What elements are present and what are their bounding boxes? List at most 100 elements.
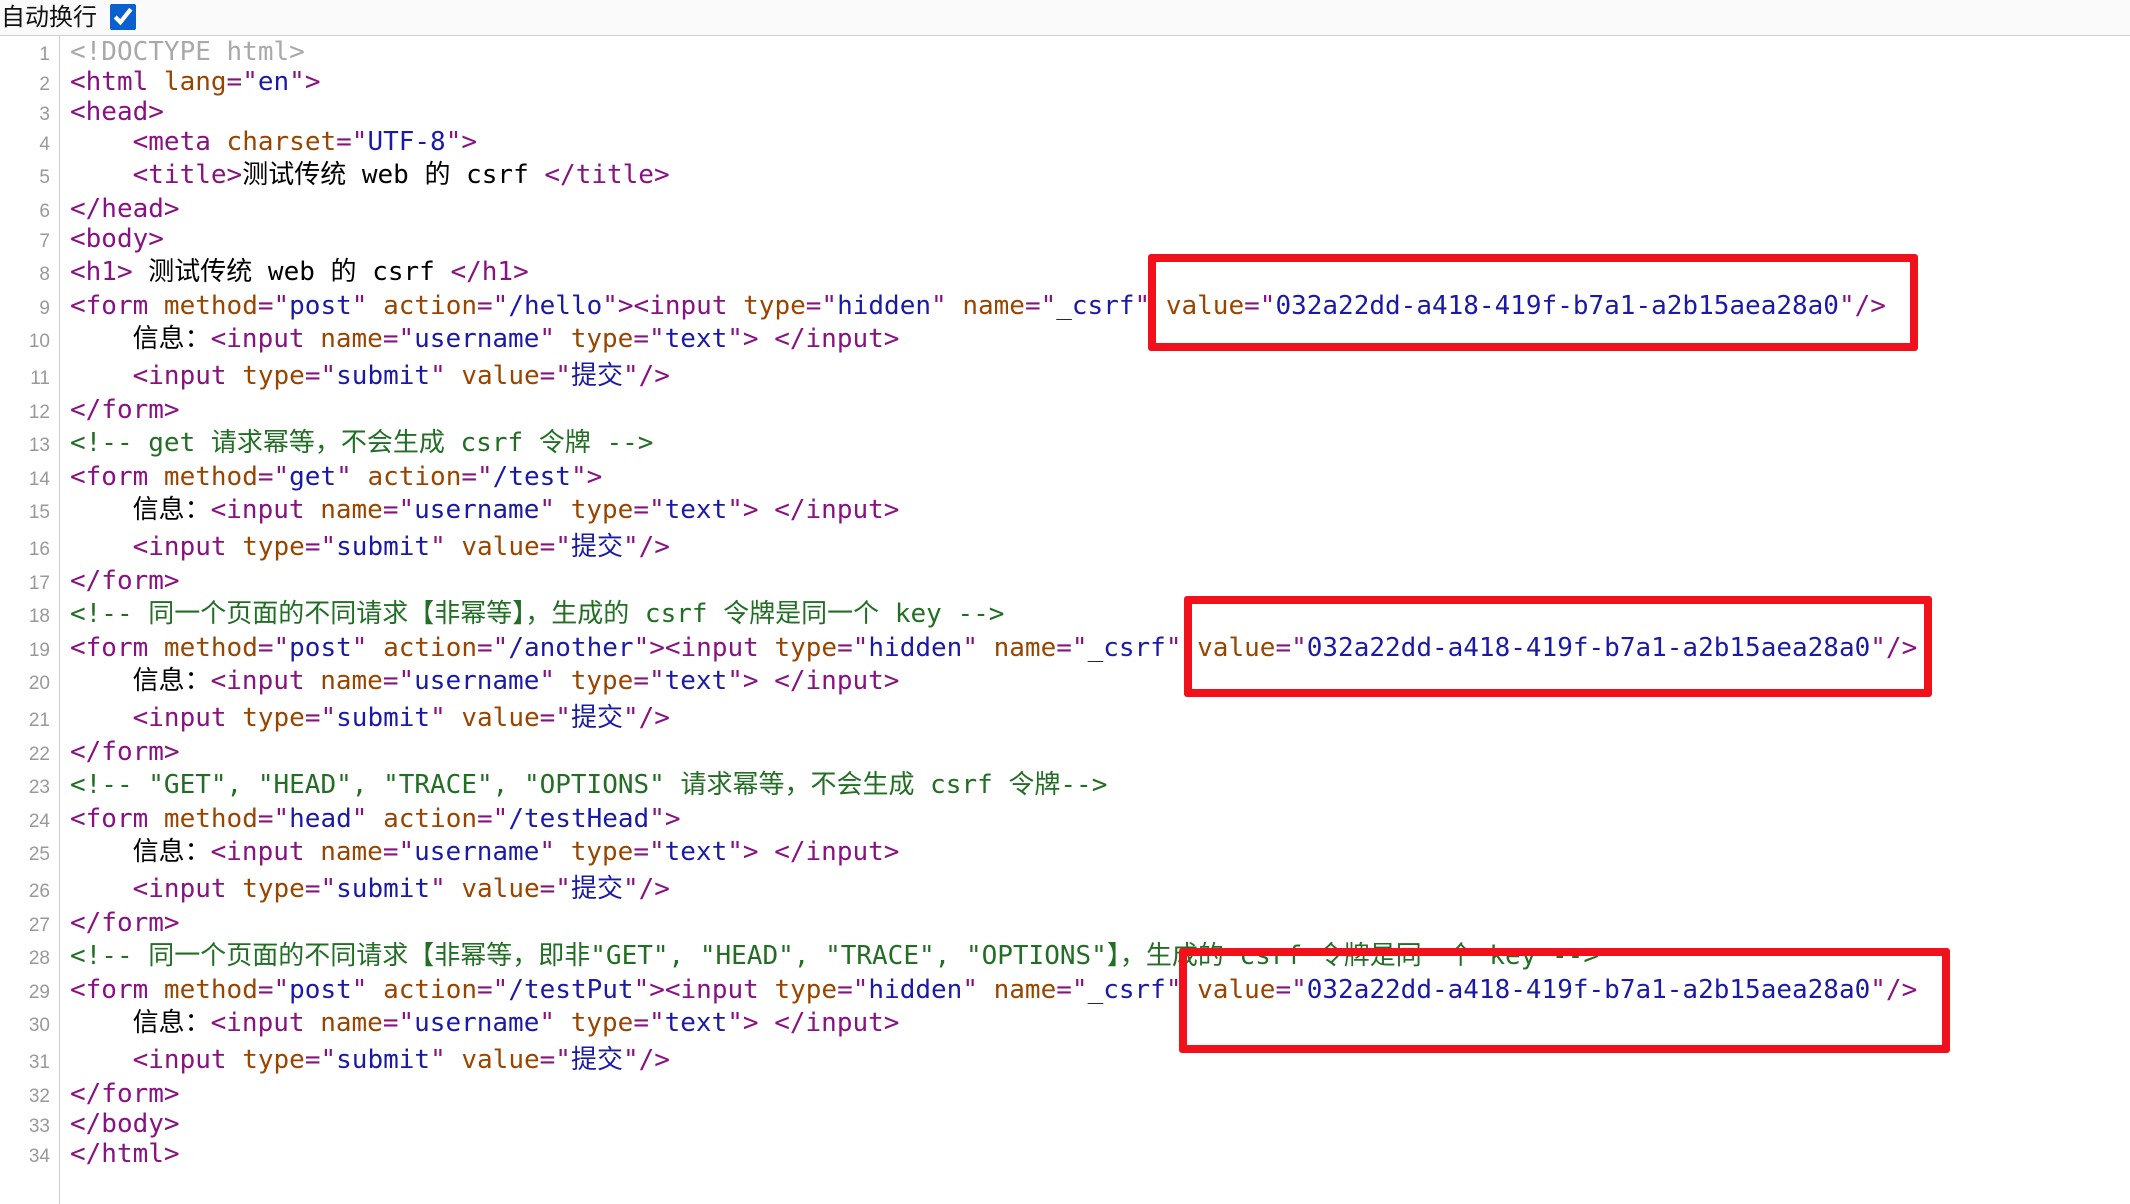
attribute-name-token: name bbox=[320, 1008, 383, 1038]
line-number: 19 bbox=[28, 640, 50, 661]
tag-token: <input bbox=[210, 495, 321, 525]
comment-token: <!-- "GET", "HEAD", "TRACE", "OPTIONS" 请… bbox=[70, 770, 1108, 800]
line-content: 信息：<input name="username" type="text"> <… bbox=[60, 492, 900, 529]
attribute-value-token: _csrf bbox=[1087, 633, 1166, 663]
line-content: <input type="submit" value="提交"/> bbox=[60, 529, 670, 566]
tag-token: =" bbox=[304, 703, 337, 733]
tag-token: </input> bbox=[774, 495, 900, 525]
tag-token: " bbox=[430, 874, 462, 904]
tag-token: =" bbox=[1024, 291, 1057, 321]
tag-token: "> bbox=[289, 67, 321, 97]
tag-token: <input bbox=[210, 666, 321, 696]
line-number: 3 bbox=[39, 104, 50, 125]
attribute-value-token: username bbox=[414, 324, 540, 354]
line-number: 21 bbox=[28, 710, 50, 731]
tag-token: " bbox=[430, 361, 462, 391]
tag-token: "> bbox=[445, 127, 478, 157]
tag-token: "> bbox=[570, 462, 603, 492]
attribute-name-token: name bbox=[320, 495, 383, 525]
line-content: <form method="post" action="/hello"><inp… bbox=[60, 291, 1886, 321]
attribute-name-token: name bbox=[962, 291, 1025, 321]
attribute-name-token: value bbox=[461, 874, 540, 904]
line-content: <meta charset="UTF-8"> bbox=[60, 127, 477, 157]
tag-token: <input bbox=[210, 1008, 321, 1038]
line-number: 27 bbox=[28, 915, 50, 936]
line-wrap-control[interactable]: 自动换行 bbox=[0, 0, 150, 35]
tag-token: =" bbox=[304, 532, 337, 562]
line-number: 25 bbox=[28, 844, 50, 865]
attribute-value-token: /test bbox=[492, 462, 571, 492]
line-number: 9 bbox=[39, 298, 50, 319]
tag-token: =" bbox=[477, 804, 509, 834]
text-token: 信息： bbox=[70, 324, 211, 354]
attribute-name-token: value bbox=[461, 1045, 540, 1075]
tag-token: <form bbox=[70, 462, 164, 492]
attribute-name-token: name bbox=[993, 975, 1057, 1005]
attribute-value-token: submit bbox=[336, 703, 431, 733]
code-line: 12 </form> bbox=[0, 395, 2130, 425]
tag-token: "> bbox=[727, 837, 759, 867]
code-line: 14 <form method="get" action="/test"> bbox=[0, 462, 2130, 492]
line-number: 7 bbox=[39, 231, 50, 252]
tag-token: "> bbox=[727, 1008, 759, 1038]
attribute-value-token: text bbox=[664, 1008, 728, 1038]
attribute-name-token: type bbox=[242, 703, 305, 733]
code-line: 27 </form> bbox=[0, 908, 2130, 938]
tag-token: =" bbox=[257, 291, 290, 321]
line-content: </form> bbox=[60, 566, 180, 596]
code-line: 4 <meta charset="UTF-8"> bbox=[0, 127, 2130, 157]
attribute-value-token: submit bbox=[336, 874, 431, 904]
attribute-name-token: action bbox=[383, 975, 478, 1005]
tag-token: <input bbox=[132, 361, 243, 391]
code-line: 21 <input type="submit" value="提交"/> bbox=[0, 700, 2130, 737]
line-content: <!-- 同一个页面的不同请求【非幂等】，生成的 csrf 令牌是同一个 key… bbox=[60, 596, 1004, 633]
line-content: <!-- get 请求幂等，不会生成 csrf 令牌 --> bbox=[60, 425, 653, 462]
tag-token: </h1> bbox=[450, 257, 529, 287]
tag-token: </title> bbox=[544, 160, 670, 190]
tag-token: " bbox=[539, 1008, 571, 1038]
line-content: <html lang="en"> bbox=[60, 67, 320, 97]
line-content: <!-- "GET", "HEAD", "TRACE", "OPTIONS" 请… bbox=[60, 767, 1107, 804]
tag-token: "/> bbox=[622, 703, 670, 733]
attribute-name-token: type bbox=[570, 1008, 634, 1038]
code-line: 16 <input type="submit" value="提交"/> bbox=[0, 529, 2130, 566]
code-line: 3 <head> bbox=[0, 97, 2130, 127]
tag-token: <form bbox=[70, 633, 164, 663]
line-number: 24 bbox=[28, 811, 50, 832]
attribute-value-token: text bbox=[664, 495, 728, 525]
code-line: 24 <form method="head" action="/testHead"… bbox=[0, 804, 2130, 834]
tag-token: " bbox=[430, 1045, 462, 1075]
attribute-value-token: 032a22dd-a418-419f-b7a1-a2b15aea28a0 bbox=[1275, 291, 1839, 321]
line-wrap-checkbox[interactable] bbox=[110, 4, 136, 30]
line-content: <input type="submit" value="提交"/> bbox=[60, 871, 670, 908]
attribute-name-token: action bbox=[367, 462, 462, 492]
attribute-name-token: type bbox=[242, 874, 305, 904]
attribute-value-token: UTF-8 bbox=[367, 127, 446, 157]
tag-token: =" bbox=[1275, 633, 1307, 663]
attribute-value-token: /another bbox=[508, 633, 634, 663]
tag-token: =" bbox=[633, 1008, 665, 1038]
line-content: </form> bbox=[60, 395, 180, 425]
tag-token: =" bbox=[257, 462, 290, 492]
line-content: <input type="submit" value="提交"/> bbox=[60, 358, 670, 395]
code-line: 8 <h1> 测试传统 web 的 csrf </h1> bbox=[0, 254, 2130, 291]
code-line: 5 <title>测试传统 web 的 csrf </title> bbox=[0, 157, 2130, 194]
tag-token: <body> bbox=[70, 224, 164, 254]
line-number: 5 bbox=[39, 167, 50, 188]
line-content: <!DOCTYPE html> bbox=[60, 37, 305, 67]
text-token: 信息： bbox=[70, 837, 211, 867]
code-line: 25 信息：<input name="username" type="text"… bbox=[0, 834, 2130, 871]
comment-token: <!-- 同一个页面的不同请求【非幂等】，生成的 csrf 令牌是同一个 key… bbox=[70, 599, 1005, 629]
line-number: 34 bbox=[28, 1146, 50, 1167]
text-token: 测试传统 web 的 csrf bbox=[242, 160, 545, 190]
tag-token: =" bbox=[1056, 975, 1088, 1005]
tag-token: " bbox=[351, 633, 384, 663]
tag-token: <meta bbox=[132, 127, 227, 157]
tag-token: =" bbox=[539, 1045, 571, 1075]
attribute-name-token: type bbox=[242, 532, 305, 562]
